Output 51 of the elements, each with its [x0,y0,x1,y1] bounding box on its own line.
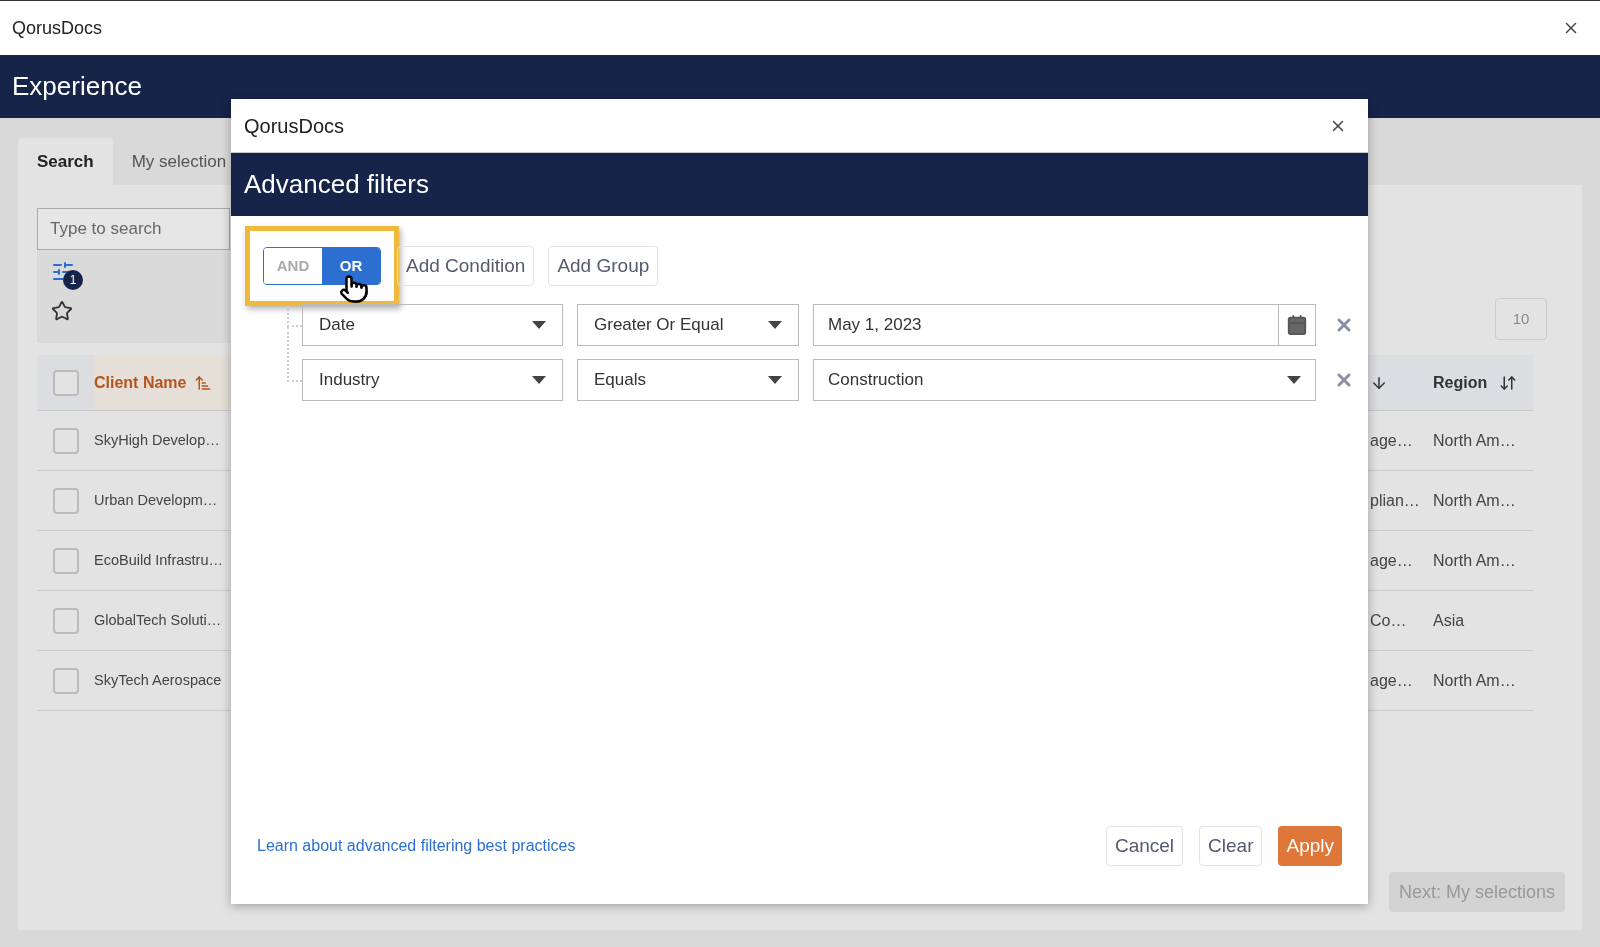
help-link[interactable]: Learn about advanced filtering best practices [257,834,576,858]
column-header-cell[interactable]: Client Name [94,355,230,410]
column-header: Region [1433,372,1488,393]
value-select[interactable]: Construction [813,359,1316,401]
table-cell: North Am… [1433,671,1516,689]
hand-cursor-icon [339,274,369,304]
table-cell: North Am… [1433,491,1516,509]
caret-icon [532,321,546,329]
add-button[interactable]: Add Condition [397,246,535,286]
checkbox[interactable] [52,487,79,514]
caret-icon [1287,376,1301,384]
operator-select[interactable]: Equals [577,359,799,401]
table-cell: plian… [1370,491,1420,509]
column-header: Client Name [94,372,187,393]
table-cell: age… [1370,431,1413,449]
checkbox[interactable] [52,667,79,694]
dialog-button[interactable]: Cancel [1105,826,1184,866]
logic-toggle-option[interactable]: OR [322,248,380,284]
table-cell: SkyTech Aerospace [94,671,222,688]
add-button[interactable]: Add Group [548,246,659,286]
dialog-button[interactable]: Clear [1199,826,1263,866]
table-cell: age… [1370,671,1413,689]
sort-icon[interactable] [1499,373,1518,392]
filter-count-badge: 1 [63,270,83,290]
table-cell: Asia [1433,611,1465,629]
table-cell: Co… [1370,611,1407,629]
table-cell: SkyHigh Develop… [94,431,220,448]
checkbox[interactable] [52,547,79,574]
caret-icon [768,321,782,329]
table-cell: Urban Developm… [94,491,218,508]
checkbox[interactable] [52,369,79,396]
table-cell: age… [1370,551,1413,569]
tab[interactable]: Search [18,138,113,185]
window-title: QorusDocs [12,16,103,40]
dialog-title: QorusDocs [244,113,345,139]
app-header: Experience [12,70,143,103]
star-icon[interactable] [51,300,73,322]
column-header-cell[interactable]: Region [1433,355,1533,410]
table-cell: North Am… [1433,551,1516,569]
caret-icon [768,376,782,384]
table-cell: North Am… [1433,431,1516,449]
checkbox[interactable] [52,607,79,634]
operator-select[interactable]: Greater Or Equal [577,304,799,346]
field-select[interactable]: Industry [302,359,563,401]
caret-icon [532,376,546,384]
checkbox[interactable] [52,427,79,454]
table-cell: GlobalTech Soluti… [94,611,222,628]
table-cell: EcoBuild Infrastru… [94,551,223,568]
field-select[interactable]: Date [302,304,563,346]
sort-ascending-icon[interactable] [194,373,213,392]
dialog-heading: Advanced filters [244,168,429,201]
